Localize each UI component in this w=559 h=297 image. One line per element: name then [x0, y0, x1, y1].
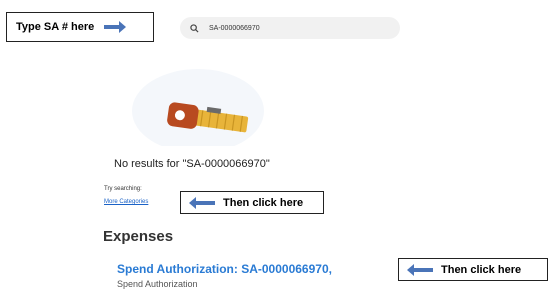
callout-text: Then click here: [223, 196, 304, 209]
section-title-expenses: Expenses: [103, 228, 174, 245]
result-item-subtitle: Spend Authorization: [117, 279, 198, 289]
more-categories-link[interactable]: More Categories: [104, 199, 148, 205]
no-results-message: No results for "SA-0000066970": [114, 158, 270, 170]
arrow-left-icon: [407, 263, 433, 276]
try-searching-label: Try searching:: [104, 186, 142, 192]
callout-then-click-1: Then click here: [180, 191, 324, 214]
arrow-right-icon: [104, 21, 127, 33]
result-item-title[interactable]: Spend Authorization: SA-0000066970,: [117, 262, 332, 276]
callout-type-sa: Type SA # here: [6, 12, 154, 42]
search-input[interactable]: [207, 23, 381, 33]
callout-then-click-2: Then click here: [398, 258, 548, 281]
search-icon: [190, 23, 199, 33]
key-icon: [132, 69, 264, 146]
arrow-left-icon: [189, 196, 215, 209]
callout-text: Then click here: [441, 263, 522, 276]
search-bar[interactable]: [180, 17, 400, 39]
callout-text: Type SA # here: [16, 21, 95, 33]
